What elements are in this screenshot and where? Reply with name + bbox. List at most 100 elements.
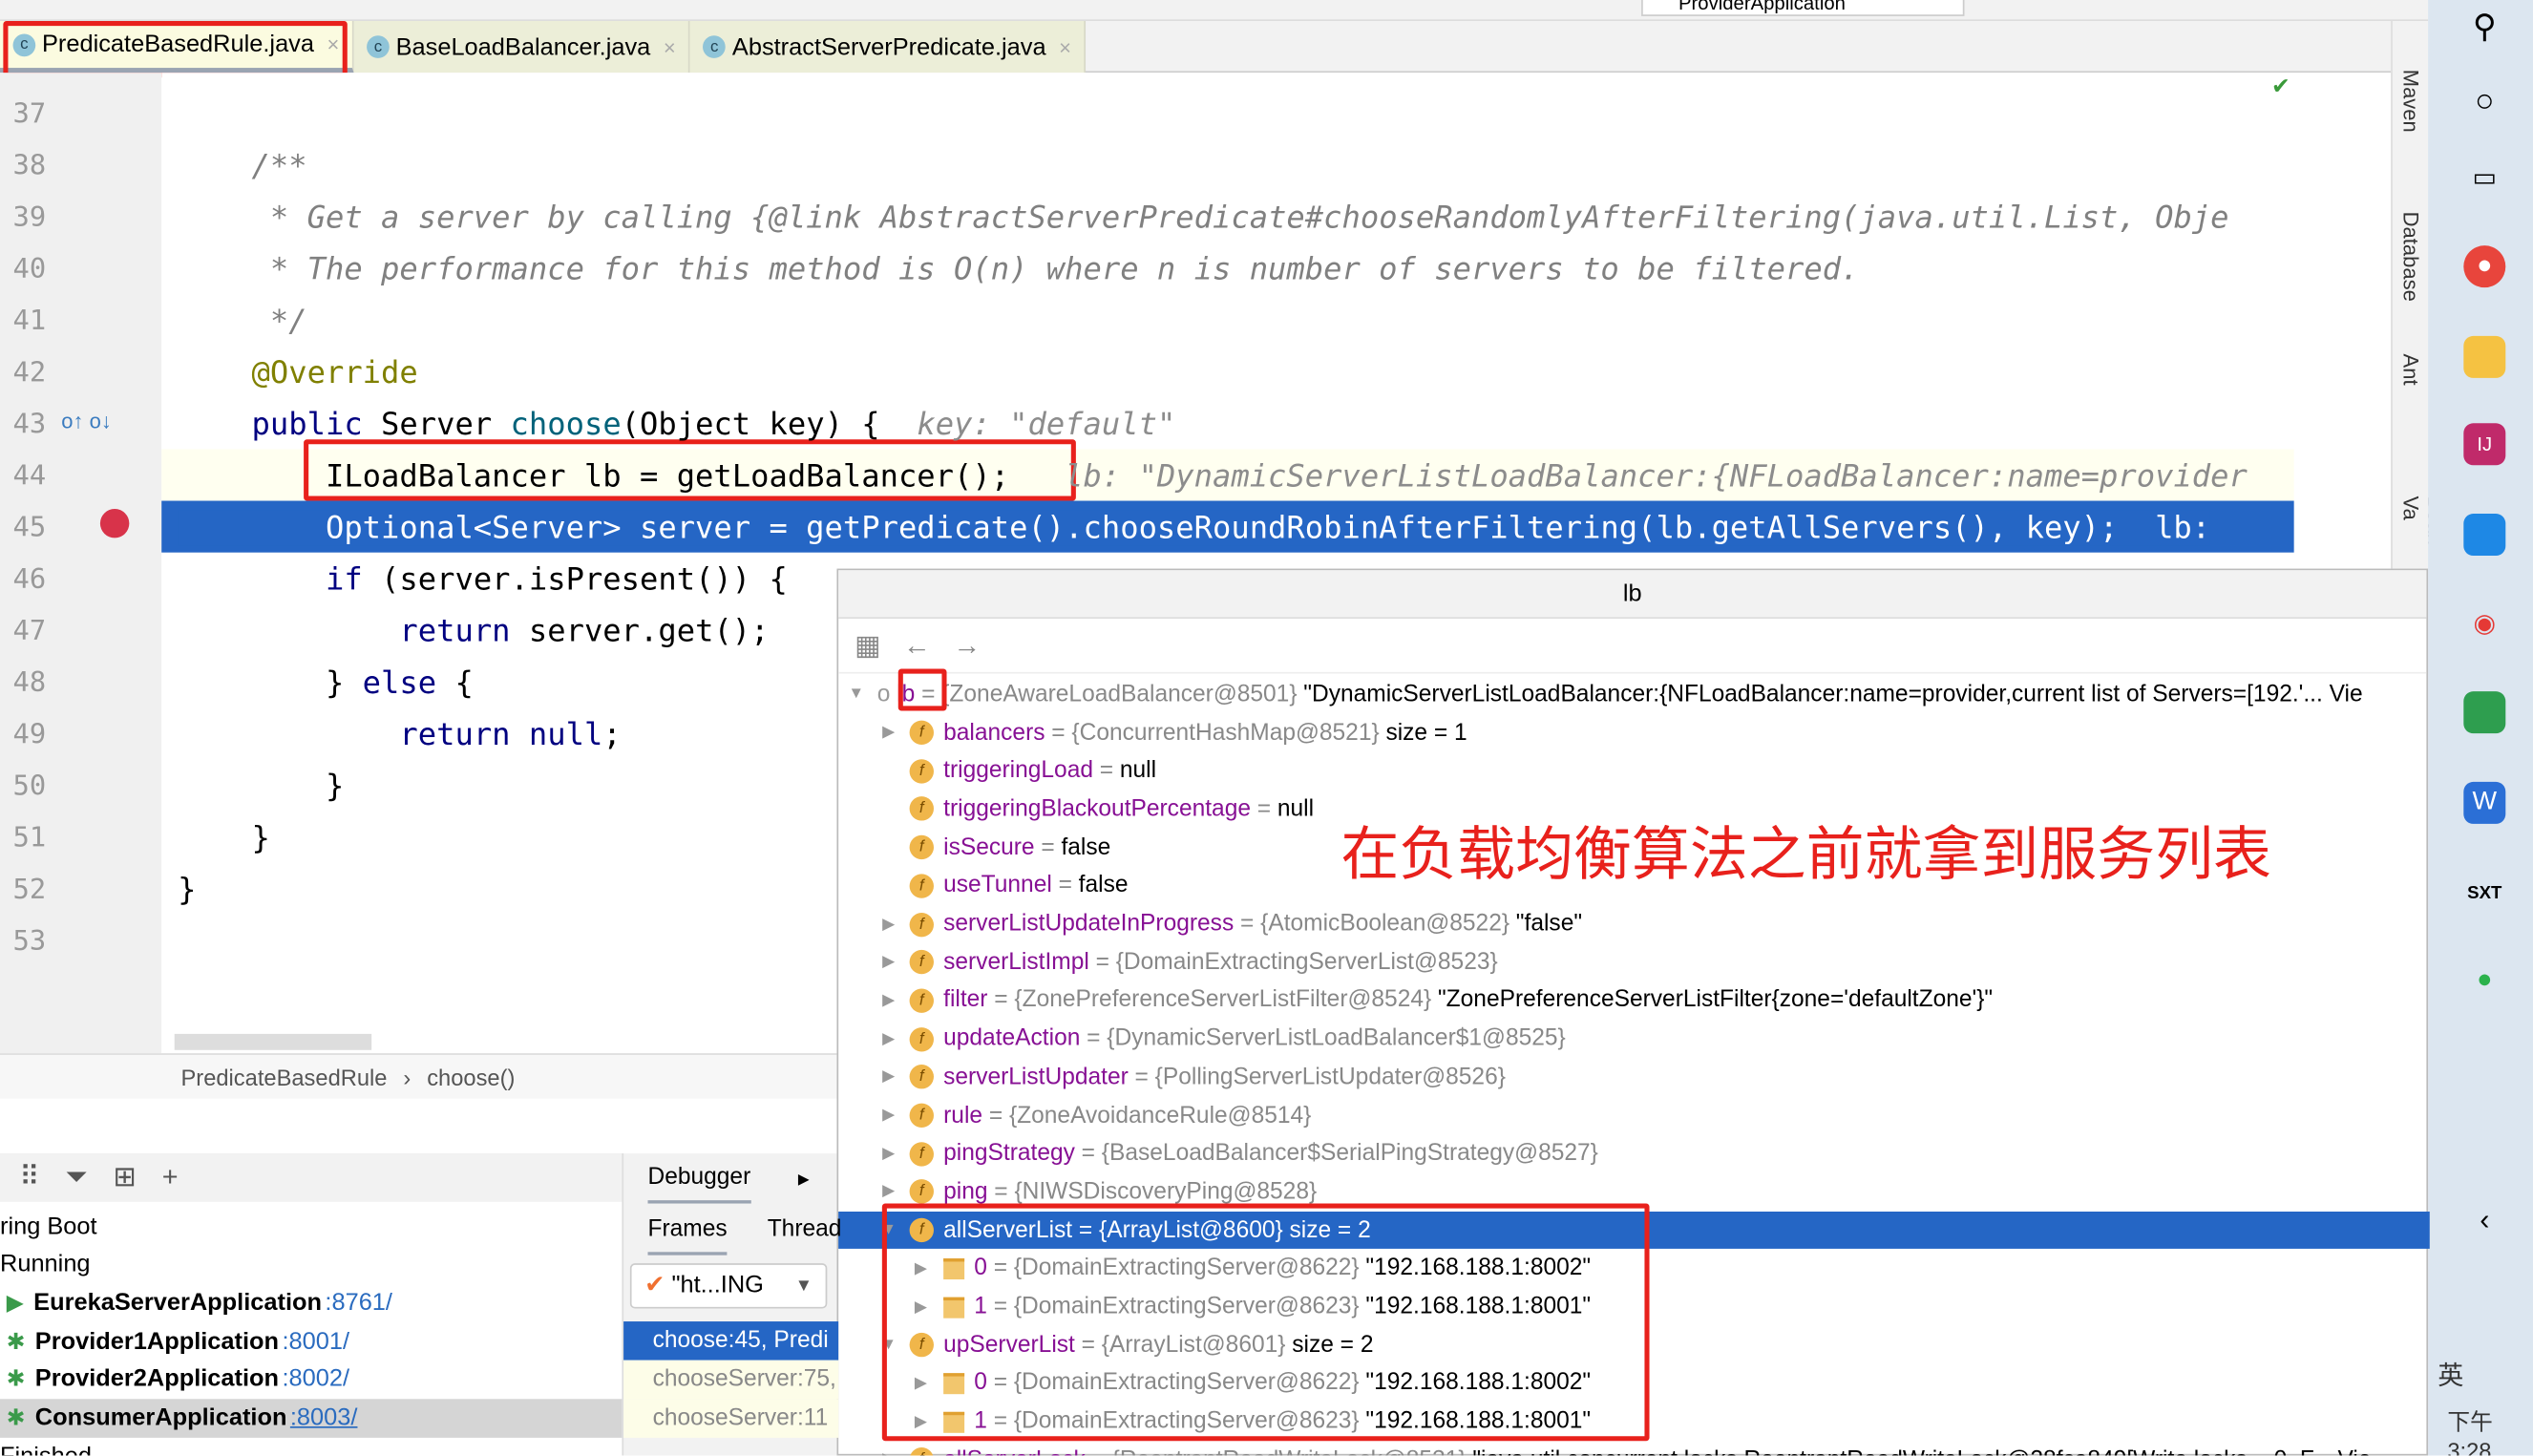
tree-row[interactable]: ▶ f updateAction = {DynamicServerListLoadBa…	[838, 1020, 2430, 1058]
chrome-icon[interactable]: ●	[2463, 245, 2506, 288]
tree-row[interactable]: ▶ f filter = {ZonePreferenceServerListFilte…	[838, 981, 2430, 1020]
wechat-icon[interactable]: ●	[2463, 960, 2505, 1002]
group-icon[interactable]: ⠿	[19, 1162, 39, 1194]
expand-icon[interactable]: ▼	[845, 686, 868, 704]
service-item[interactable]: Finished	[0, 1437, 622, 1455]
variable-type: = {PollingServerListUpdater@8526}	[1134, 1064, 1506, 1090]
breakpoint-icon[interactable]	[99, 508, 130, 538]
variable-value: "DynamicServerListLoadBalancer:{NFLoadBa…	[1303, 681, 2363, 707]
service-item[interactable]: ring Boot	[0, 1207, 622, 1246]
line-number: 47	[12, 615, 47, 648]
variable-type: = {NIWSDiscoveryPing@8528}	[994, 1179, 1318, 1206]
tree-row[interactable]: ▶ f pingStrategy = {BaseLoadBalancer$Serial…	[838, 1134, 2430, 1172]
expand-icon[interactable]: ▶	[877, 1145, 900, 1163]
tree-row[interactable]: ▼ o lb = {ZoneAwareLoadBalancer@8501} "Dynam…	[838, 675, 2430, 713]
add-icon[interactable]: +	[162, 1162, 179, 1194]
service-port-link[interactable]: :8002/	[282, 1365, 349, 1393]
clock: 下午 3:28	[2447, 1408, 2493, 1456]
tab-frames[interactable]: Frames	[647, 1216, 728, 1256]
tree-icon[interactable]: ▦	[855, 629, 880, 662]
breadcrumb-method[interactable]: choose()	[427, 1064, 515, 1089]
service-item[interactable]: ✱ ConsumerApplication:8003/	[0, 1398, 623, 1438]
code-token: AbstractServerPredicate#chooseRandomlyAf…	[861, 200, 2229, 237]
tab-file[interactable]: c AbstractServerPredicate.java ×	[689, 20, 1087, 74]
tree-row[interactable]: ▶fallServerLock= {ReentrantReadWriteLock…	[838, 1441, 2430, 1456]
popup-toolbar: ▦ ← →	[838, 619, 2427, 674]
tree-row[interactable]: ▶ f rule = {ZoneAvoidanceRule@8514}	[838, 1096, 2430, 1134]
tree-row[interactable]: ▶ f serverListImpl = {DomainExtractingServe…	[838, 943, 2430, 981]
breadcrumb-class[interactable]: PredicateBasedRule	[181, 1064, 388, 1089]
close-icon[interactable]: ×	[1059, 34, 1071, 58]
app-green-icon[interactable]	[2463, 691, 2506, 734]
console-icon[interactable]: ▸	[798, 1165, 810, 1192]
service-item[interactable]: ✱ Provider1Application:8001/	[0, 1321, 622, 1361]
stack-frame[interactable]: chooseServer:75,	[623, 1360, 839, 1400]
tree-row[interactable]: ▶ f balancers = {ConcurrentHashMap@8521} siz…	[838, 713, 2430, 751]
thread-select[interactable]: ✔ "ht...ING ▼	[629, 1263, 828, 1309]
cortana-icon[interactable]: ○	[2463, 81, 2505, 123]
code-line: return null;	[178, 709, 622, 761]
tool-window-maven[interactable]: Maven	[2399, 70, 2423, 133]
stack-frame[interactable]: chooseServer:11	[623, 1399, 839, 1438]
expand-icon[interactable]: ▶	[877, 916, 900, 934]
filter-icon[interactable]: ⏷	[65, 1162, 87, 1194]
service-item[interactable]: ▶ EurekaServerApplication:8761/	[0, 1283, 622, 1322]
ime-indicator[interactable]: 英	[2438, 1354, 2463, 1393]
tab-debugger[interactable]: Debugger	[647, 1165, 751, 1204]
service-item[interactable]: Running	[0, 1245, 622, 1284]
close-icon[interactable]: ×	[664, 34, 676, 58]
chevron-left-icon[interactable]: ‹	[2463, 1198, 2505, 1240]
code-line: @Override	[178, 348, 418, 399]
expand-icon[interactable]: ▶	[877, 1183, 900, 1201]
expand-icon[interactable]: ▶	[877, 1068, 900, 1087]
word-icon[interactable]: W	[2463, 781, 2506, 824]
folder-icon[interactable]	[2463, 335, 2506, 378]
back-arrow-icon[interactable]: ←	[903, 629, 931, 662]
object-icon: o	[876, 681, 891, 707]
horizontal-scrollbar[interactable]	[174, 1033, 372, 1050]
browser-icon[interactable]: ◉	[2463, 602, 2505, 644]
variable-type: = {ZoneAvoidanceRule@8514}	[988, 1102, 1312, 1129]
tab-file[interactable]: c BaseLoadBalancer.java ×	[353, 20, 690, 74]
expand-icon[interactable]: ▶	[877, 1030, 900, 1048]
app-icon[interactable]	[2463, 514, 2506, 557]
class-icon: c	[367, 35, 390, 58]
intellij-icon[interactable]: IJ	[2463, 423, 2506, 466]
service-port-link[interactable]: :8001/	[282, 1327, 349, 1355]
variable-name: allServerLock	[943, 1447, 1086, 1456]
code-line: Optional<Server> server = getPredicate()…	[178, 502, 2210, 554]
debugger-panel: Debugger ▸ Frames Thread ✔ "ht...ING ▼ c…	[622, 1153, 841, 1456]
expand-icon[interactable]: ▶	[877, 992, 900, 1010]
sxt-icon[interactable]: SXT	[2463, 873, 2505, 915]
stack-frame[interactable]: choose:45, Predi	[623, 1321, 839, 1361]
service-item[interactable]: ✱ Provider2Application:8002/	[0, 1360, 622, 1399]
variable-type: =	[1256, 796, 1272, 823]
tool-window-ant[interactable]: Ant	[2399, 354, 2423, 386]
run-config-select[interactable]: ProviderApplication	[1641, 0, 1965, 16]
line-number: 51	[12, 822, 47, 855]
variable-name: triggeringBlackoutPercentage	[943, 796, 1252, 823]
service-port-link[interactable]: :8003/	[290, 1403, 358, 1431]
tree-row[interactable]: ▶ f serverListUpdateInProgress = {AtomicBoo…	[838, 905, 2430, 943]
tool-window-database[interactable]: Database	[2399, 212, 2423, 302]
new-tab-icon[interactable]: ⊞	[114, 1162, 137, 1194]
search-icon[interactable]: ⚲	[2463, 5, 2505, 47]
debug-bug-icon: ✱	[6, 1403, 26, 1430]
tree-row[interactable]: f triggeringLoad = null	[838, 751, 2430, 790]
code-line: if (server.isPresent()) {	[178, 554, 788, 605]
variable-type: = {ReentrantReadWriteLock@8531}	[1092, 1447, 1467, 1456]
forward-arrow-icon[interactable]: →	[953, 629, 981, 662]
code-line: */	[178, 296, 307, 348]
run-icon: ▶	[6, 1289, 25, 1316]
expand-icon[interactable]: ▶	[877, 954, 900, 972]
tree-row[interactable]: ▶ f serverListUpdater = {PollingServerListU…	[838, 1058, 2430, 1096]
tab-threads[interactable]: Thread	[768, 1216, 842, 1242]
task-view-icon[interactable]: ▭	[2463, 157, 2505, 199]
override-icon[interactable]: o↑ o↓	[61, 409, 112, 433]
variable-value: false	[1061, 834, 1111, 861]
line-number: 42	[12, 356, 47, 390]
line-number: 50	[12, 770, 47, 803]
service-port-link[interactable]: :8761/	[325, 1289, 392, 1317]
expand-icon[interactable]: ▶	[877, 724, 900, 742]
expand-icon[interactable]: ▶	[877, 1107, 900, 1125]
